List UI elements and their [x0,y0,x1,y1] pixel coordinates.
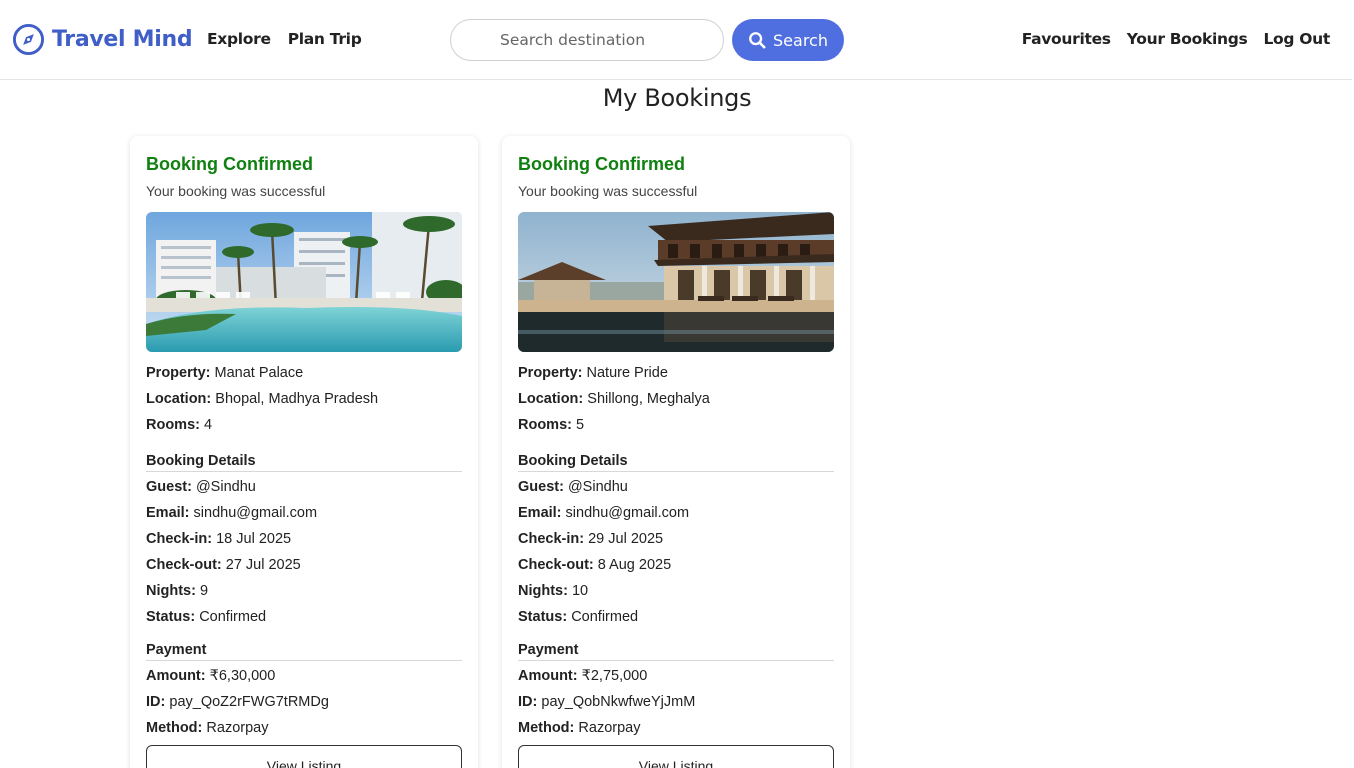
status-value: Confirmed [571,609,639,625]
nav-explore[interactable]: Explore [207,30,271,48]
nav-log-out[interactable]: Log Out [1263,30,1330,48]
booking-status-subtitle: Your booking was successful [518,183,698,199]
rooms-value: 5 [576,417,585,433]
amount-value: ₹6,30,000 [209,668,276,684]
page-title: My Bookings [602,84,752,112]
checkout-value: 27 Jul 2025 [225,557,301,573]
booking-card: Booking Confirmed Your booking was succe… [130,136,478,768]
search-button[interactable]: Search [732,19,844,61]
nav-your-bookings[interactable]: Your Bookings [1127,30,1248,48]
guest-row: Guest: @Sindhu [518,479,628,495]
checkout-row: Check-out: 8 Aug 2025 [518,557,672,573]
booking-status-heading: Booking Confirmed [146,154,313,174]
primary-nav: Explore Plan Trip [207,30,362,48]
checkout-value: 8 Aug 2025 [597,557,672,573]
payment-method-row: Method: Razorpay [146,720,269,736]
status-row: Status: Confirmed [146,609,267,625]
checkin-value: 29 Jul 2025 [588,531,664,547]
payment-id-value: pay_QoZ2rFWG7tRMDg [169,694,329,710]
search-input[interactable] [450,19,724,61]
booking-card: Booking Confirmed Your booking was succe… [502,136,850,768]
location-row: Location: Bhopal, Madhya Pradesh [146,391,379,407]
brand-logo-link[interactable]: Travel Mind [12,23,193,56]
email-row: Email: sindhu@gmail.com [518,505,690,521]
property-value: Manat Palace [214,365,304,381]
guest-value: @Sindhu [195,479,256,495]
guest-value: @Sindhu [567,479,628,495]
property-photo [518,212,834,352]
guest-row: Guest: @Sindhu [146,479,256,495]
payment-id-row: ID: pay_QobNkwfweYjJmM [518,694,696,710]
nav-favourites[interactable]: Favourites [1022,30,1111,48]
nights-value: 9 [199,583,209,599]
booking-details-heading: Booking Details [518,453,834,472]
booking-status-subtitle: Your booking was successful [146,183,326,199]
amount-row: Amount: ₹2,75,000 [518,668,648,684]
email-row: Email: sindhu@gmail.com [146,505,318,521]
nights-value: 10 [571,583,589,599]
brand-name: Travel Mind [52,27,193,52]
payment-method-row: Method: Razorpay [518,720,641,736]
payment-id-row: ID: pay_QoZ2rFWG7tRMDg [146,694,329,710]
booking-details-heading: Booking Details [146,453,462,472]
property-row: Property: Manat Palace [146,365,304,381]
location-value: Bhopal, Madhya Pradesh [215,391,379,407]
status-value: Confirmed [199,609,267,625]
payment-heading: Payment [518,642,834,661]
account-nav: Favourites Your Bookings Log Out [1022,30,1331,48]
status-row: Status: Confirmed [518,609,639,625]
nav-plan-trip[interactable]: Plan Trip [288,30,362,48]
search-icon [749,32,766,49]
property-row: Property: Nature Pride [518,365,668,381]
nights-row: Nights: 10 [518,583,589,599]
search-button-label: Search [773,30,828,50]
navbar: Travel Mind Explore Plan Trip Search Fav… [0,0,1352,80]
rooms-row: Rooms: 5 [518,417,585,433]
booking-status-heading: Booking Confirmed [518,154,685,174]
checkin-row: Check-in: 18 Jul 2025 [146,531,292,547]
checkout-row: Check-out: 27 Jul 2025 [146,557,301,573]
payment-id-value: pay_QobNkwfweYjJmM [541,694,696,710]
property-value: Nature Pride [586,365,668,381]
search-form: Search [450,19,844,61]
email-value: sindhu@gmail.com [193,505,318,521]
payment-method-value: Razorpay [206,720,269,736]
view-listing-button[interactable]: View Listing [146,745,462,768]
nights-row: Nights: 9 [146,583,209,599]
email-value: sindhu@gmail.com [565,505,690,521]
payment-heading: Payment [146,642,462,661]
amount-row: Amount: ₹6,30,000 [146,668,276,684]
view-listing-button[interactable]: View Listing [518,745,834,768]
rooms-value: 4 [204,417,213,433]
checkin-row: Check-in: 29 Jul 2025 [518,531,664,547]
compass-icon [12,23,45,56]
checkin-value: 18 Jul 2025 [216,531,292,547]
property-photo [146,212,462,352]
location-row: Location: Shillong, Meghalya [518,391,710,407]
rooms-row: Rooms: 4 [146,417,213,433]
amount-value: ₹2,75,000 [581,668,648,684]
location-value: Shillong, Meghalya [587,391,710,407]
payment-method-value: Razorpay [578,720,641,736]
